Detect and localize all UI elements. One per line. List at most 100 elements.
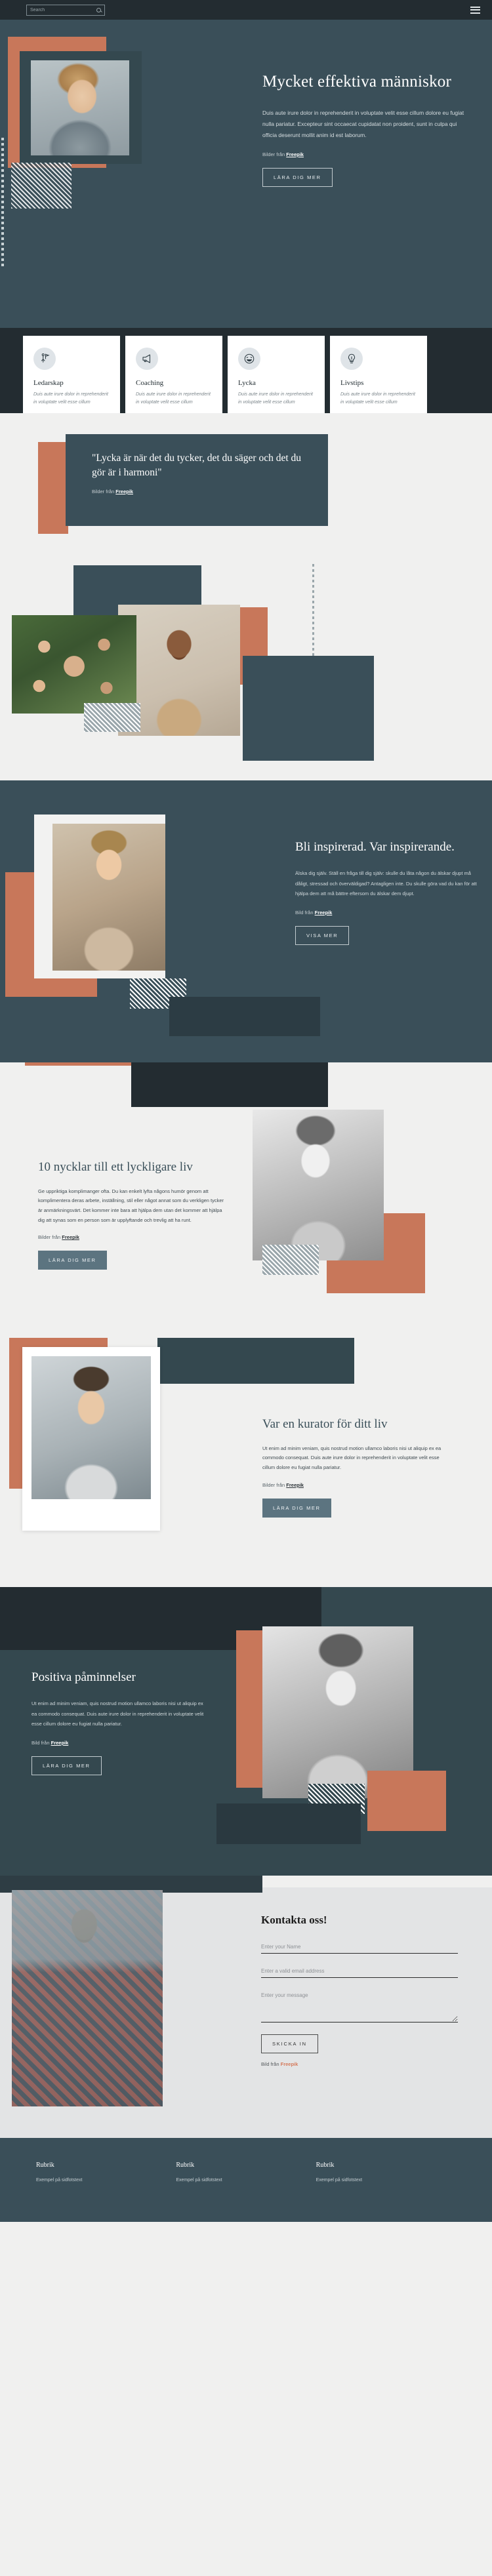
positive-content: Positiva påminnelser Ut enim ad minim ve… [31,1670,209,1775]
hero-image-credit: Bilder från Freepik [262,151,466,157]
curator-body-text: Ut enim ad minim veniam, quis nostrud mo… [262,1445,441,1470]
site-footer: Rubrik Exempel på sidfotstext Rubrik Exe… [0,2138,492,2222]
feature-title: Ledarskap [33,379,64,387]
feature-title: Livstips [340,379,364,387]
credit-link-freepik[interactable]: Freepik [281,2061,298,2067]
features-section: Ledarskap Duis aute irure dolor in repre… [0,328,492,441]
tenkeys-dark-panel [131,1062,328,1107]
credit-link-freepik[interactable]: Freepik [62,1234,79,1240]
hamburger-menu-icon[interactable] [470,6,480,14]
feature-text: Duis aute irure dolor in reprehenderit i… [33,392,109,405]
contact-form: Kontakta oss! SKICKA IN Bild från Freepi… [261,1914,461,2067]
positive-learn-more-button[interactable]: LÄRA DIG MER [31,1756,102,1775]
curator-learn-more-button[interactable]: LÄRA DIG MER [262,1498,331,1518]
credit-prefix: Bild från [31,1740,51,1746]
inspire-section: Bli inspirerad. Var inspirerande. Älska … [0,780,492,1062]
inspire-show-more-button[interactable]: VISA MER [295,926,350,945]
credit-prefix: Bilder från [262,151,287,157]
top-header-bar [0,0,492,20]
curator-section: Var en kurator för ditt liv Ut enim ad m… [0,1338,492,1587]
positive-reminders-section: Positiva påminnelser Ut enim ad minim ve… [0,1587,492,1876]
inspire-image-credit: Bild från Freepik [295,910,479,916]
contact-image-credit: Bild från Freepik [261,2061,461,2067]
credit-prefix: Bild från [261,2061,281,2067]
curator-dark-panel [157,1338,354,1384]
search-input[interactable] [30,7,96,12]
curator-image-credit: Bilder från Freepik [262,1482,453,1488]
collage-image-hands-together [12,615,136,714]
footer-text: Exempel på sidfotstext [176,2178,222,2183]
footer-text: Exempel på sidfotstext [316,2178,363,2183]
smiley-icon [238,348,260,370]
hero-dotted-stripe [1,138,4,269]
hamburger-line [470,6,480,8]
tenkeys-title: 10 nycklar till ett lyckligare liv [38,1160,193,1174]
hero-image-woman-with-cup [31,60,129,155]
inspire-body-text: Älska dig själv. Ställ en fråga till dig… [295,870,477,897]
footer-column: Rubrik Exempel på sidfotstext [316,2162,456,2183]
footer-columns: Rubrik Exempel på sidfotstext Rubrik Exe… [0,2162,492,2183]
credit-link-freepik[interactable]: Freepik [51,1740,69,1746]
positive-image-credit: Bild från Freepik [31,1740,209,1746]
feature-text: Duis aute irure dolor in reprehenderit i… [238,392,314,405]
footer-heading: Rubrik [176,2162,195,2169]
leadership-icon [33,348,56,370]
tenkeys-content: 10 nycklar till ett lyckligare liv Ge up… [38,1159,228,1270]
footer-column: Rubrik Exempel på sidfotstext [36,2162,176,2183]
credit-link-freepik[interactable]: Freepik [286,1482,304,1488]
curator-content: Var en kurator för ditt liv Ut enim ad m… [262,1417,453,1518]
quote-box: "Lycka är när det du tycker, det du säge… [66,434,328,526]
curator-image-smiling-man [31,1356,151,1499]
contact-section: Kontakta oss! SKICKA IN Bild från Freepi… [0,1876,492,2138]
hero-hatch-pattern [11,163,72,209]
hamburger-line [470,9,480,10]
contact-image-man-plaid-shirt [12,1890,163,2106]
contact-submit-button[interactable]: SKICKA IN [261,2034,318,2053]
quote-orange-accent [38,442,68,534]
image-collage-section [0,564,492,780]
ten-keys-section: 10 nycklar till ett lyckligare liv Ge up… [0,1062,492,1338]
quote-text: "Lycka är när det du tycker, det du säge… [92,453,302,479]
positive-body-text: Ut enim ad minim veniam, quis nostrud mo… [31,1700,204,1727]
feature-title: Coaching [136,379,164,387]
curator-title: Var en kurator för ditt liv [262,1417,388,1431]
hero-image-subject [31,60,129,155]
footer-text: Exempel på sidfotstext [36,2178,83,2183]
inspire-image-excited-woman [52,824,165,971]
search-box[interactable] [26,4,105,16]
footer-heading: Rubrik [316,2162,335,2169]
tenkeys-learn-more-button[interactable]: LÄRA DIG MER [38,1251,107,1270]
hero-section: Mycket effektiva människor Duis aute iru… [0,20,492,328]
contact-name-input[interactable] [261,1941,458,1954]
credit-link-freepik[interactable]: Freepik [315,910,333,916]
credit-link-freepik[interactable]: Freepik [286,151,304,157]
credit-prefix: Bilder från [38,1234,62,1241]
positive-orange-accent-right [367,1771,446,1831]
positive-title: Positiva påminnelser [31,1670,136,1684]
tenkeys-image-laughing-woman [253,1110,384,1260]
feature-text: Duis aute irure dolor in reprehenderit i… [340,392,416,405]
quote-image-credit: Bilder från Freepik [92,489,302,494]
quote-section: "Lycka är när det du tycker, det du säge… [0,413,492,564]
inspire-content: Bli inspirerad. Var inspirerande. Älska … [295,839,479,945]
contact-message-input[interactable] [261,1990,458,2023]
hero-learn-more-button[interactable]: LÄRA DIG MER [262,167,333,187]
hero-content: Mycket effektiva människor Duis aute iru… [262,72,466,187]
inspire-title: Bli inspirerad. Var inspirerande. [295,840,455,854]
credit-link-freepik[interactable]: Freepik [115,489,133,494]
tenkeys-hatch-pattern [262,1245,319,1275]
credit-prefix: Bilder från [262,1481,287,1488]
contact-title: Kontakta oss! [261,1914,327,1926]
collage-dotted-line [312,564,314,662]
tenkeys-image-credit: Bilder från Freepik [38,1234,228,1240]
hero-title: Mycket effektiva människor [262,73,451,91]
collage-dark-panel-right [243,656,374,761]
feature-title: Lycka [238,379,256,387]
inspire-dark-panel [169,997,320,1036]
credit-prefix: Bilder från [92,488,116,494]
positive-dark-panel-bottom [216,1803,361,1844]
footer-heading: Rubrik [36,2162,54,2169]
credit-prefix: Bild från [295,910,315,916]
contact-email-input[interactable] [261,1965,458,1978]
megaphone-icon [136,348,158,370]
